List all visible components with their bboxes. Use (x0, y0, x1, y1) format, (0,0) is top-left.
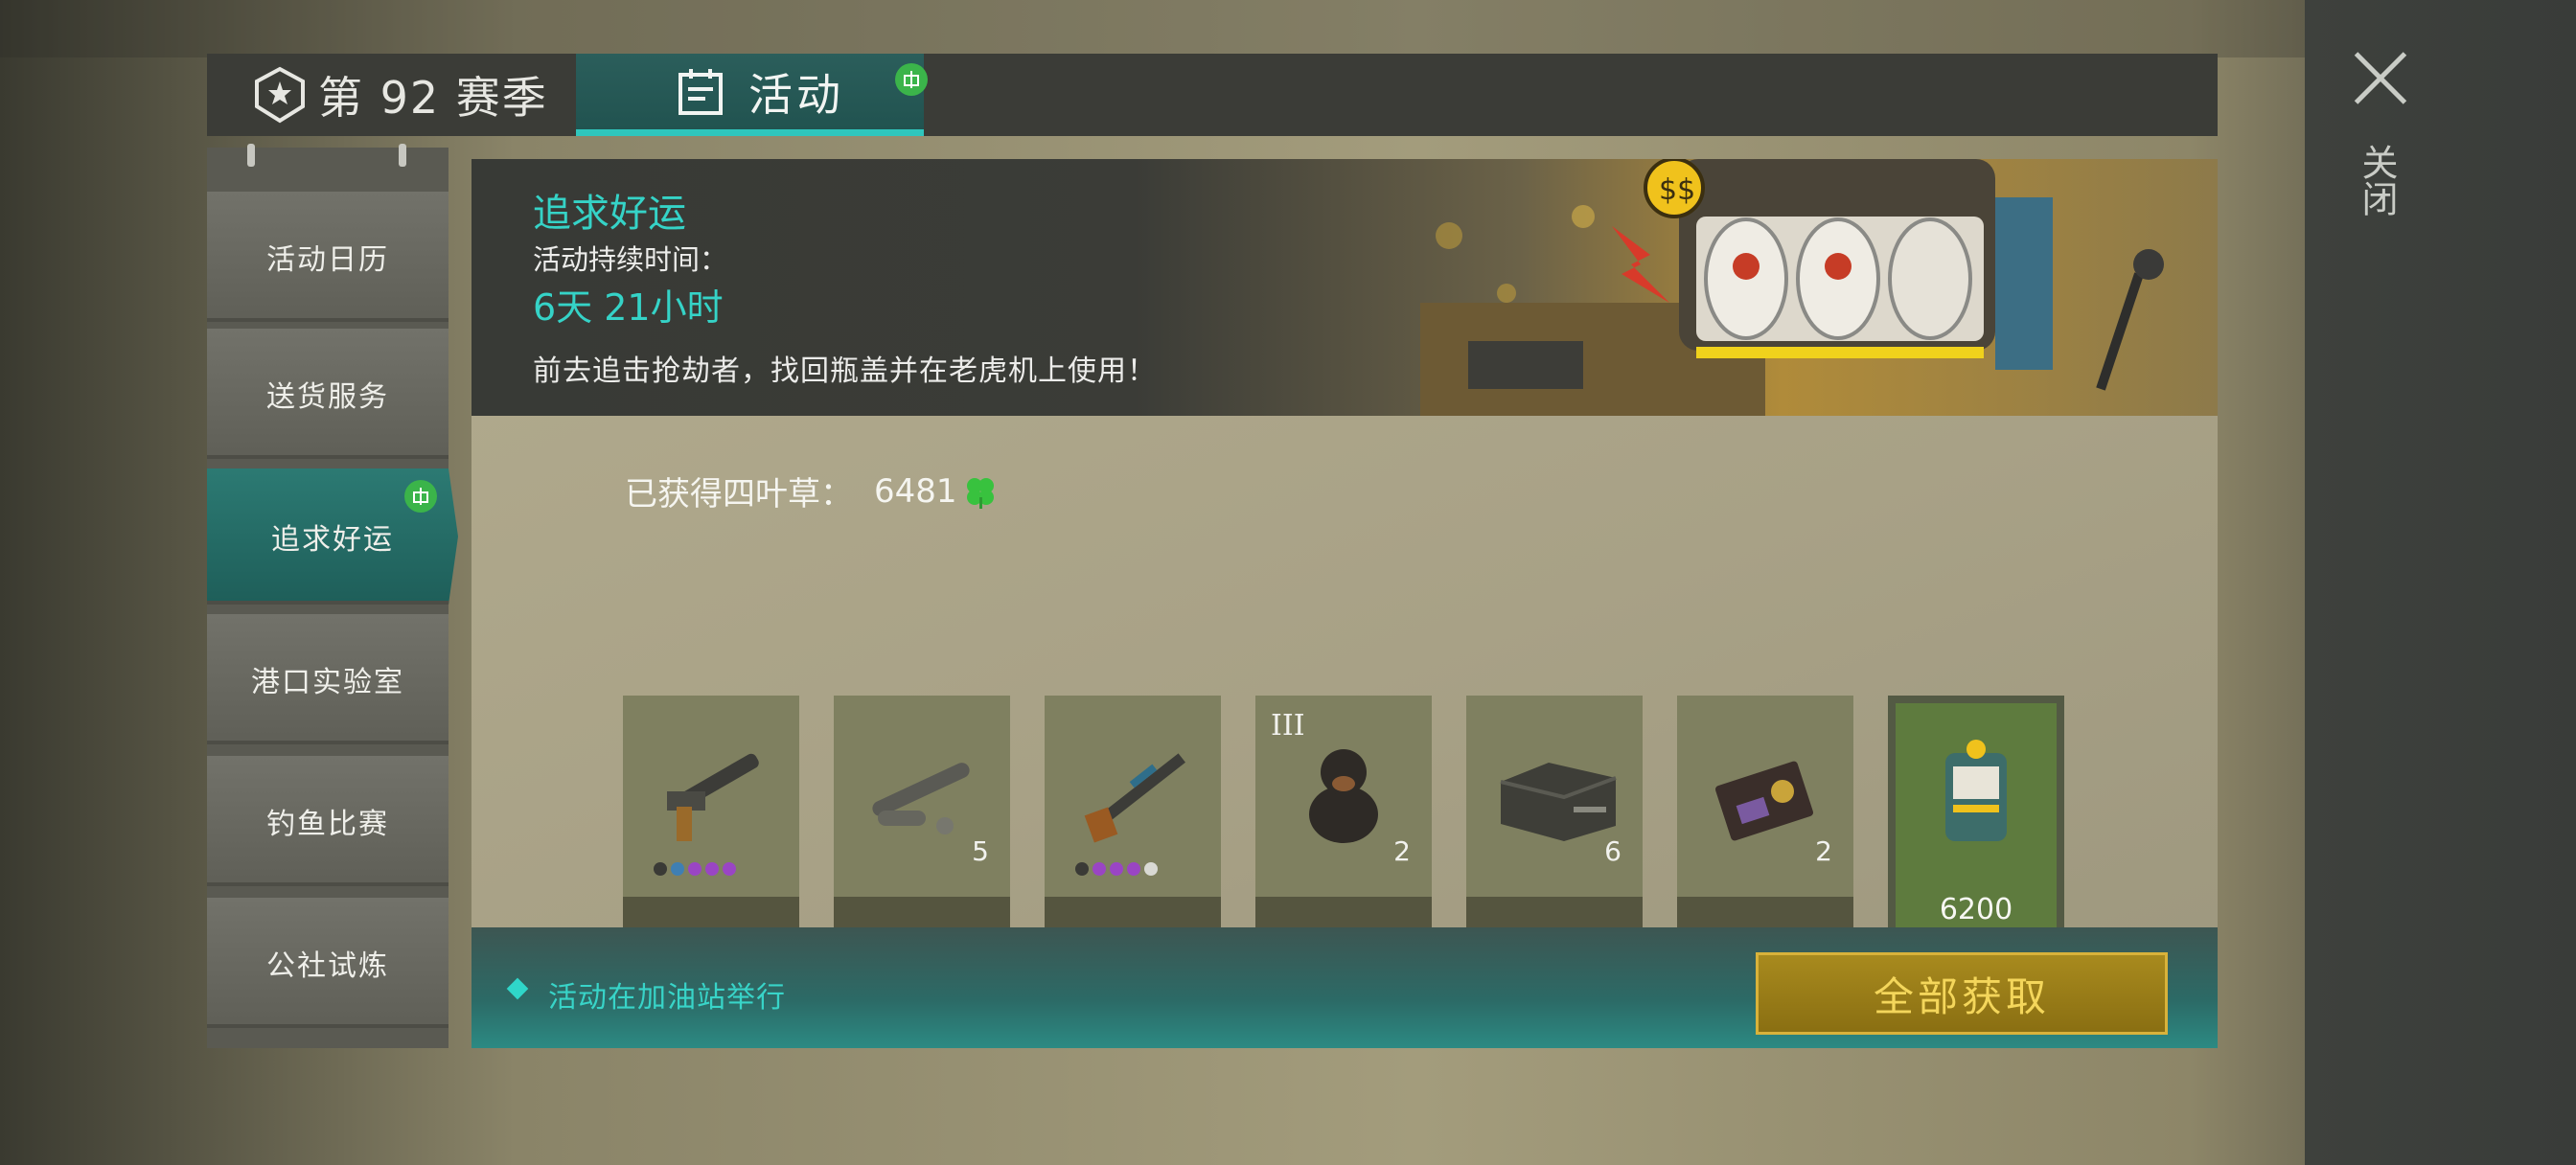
close-label[interactable]: 关闭 (2356, 144, 2404, 217)
tab-activity[interactable]: 活动 (576, 54, 928, 136)
gift-icon (404, 480, 437, 513)
svg-text:$$: $$ (1659, 173, 1695, 207)
event-panel: $$ 追求好运 活动持续时间： 6天 21小时 前去追击抢劫者，找回瓶盖并在老虎… (472, 159, 2218, 1048)
event-title: 追求好运 (533, 192, 686, 236)
tab-activity-label: 活动 (748, 68, 844, 121)
event-description: 前去追击抢劫者，找回瓶盖并在老虎机上使用！ (533, 354, 1157, 388)
sidebar-item-label: 送货服务 (266, 380, 389, 414)
pistol-icon (667, 753, 759, 841)
quality-dot (1110, 862, 1123, 876)
sidebar-item-label: 追求好运 (271, 523, 394, 557)
badge-wallet-icon (1714, 761, 1814, 841)
close-icon[interactable] (2350, 48, 2411, 109)
tab-season-label: 第 92 赛季 (318, 72, 548, 124)
reward-count: 6 (1604, 835, 1622, 867)
quality-dot (723, 862, 736, 876)
quality-dot (1075, 862, 1089, 876)
reward-count: 2 (1815, 835, 1832, 867)
clover-progress: 已获得四叶草： 6481 (625, 468, 998, 514)
clover-progress-label: 已获得四叶草： (625, 475, 853, 514)
slot-truck-illustration: $$ (1420, 159, 2164, 416)
sidebar-item-label: 港口实验室 (251, 666, 404, 699)
right-strip (2305, 0, 2576, 1165)
quality-dot (1144, 862, 1158, 876)
dog-icon (1309, 749, 1378, 843)
claim-all-button[interactable]: 全部获取 (1756, 952, 2168, 1035)
gift-icon (895, 63, 928, 96)
event-banner: $$ 追求好运 活动持续时间： 6天 21小时 前去追击抢劫者，找回瓶盖并在老虎… (472, 159, 2218, 416)
quality-dot (1092, 862, 1106, 876)
sidebar-peg (247, 144, 255, 167)
sidebar-item-label: 公社试炼 (266, 949, 389, 983)
quality-dot (688, 862, 702, 876)
sidebar-item-label: 活动日历 (266, 243, 389, 277)
clover-progress-value: 6481 (874, 471, 957, 511)
event-duration-label: 活动持续时间： (533, 243, 728, 276)
sidebar-peg (399, 144, 406, 167)
quality-dot (1127, 862, 1140, 876)
sidebar-item-fishing[interactable]: 钓鱼比赛 (207, 756, 448, 886)
sidebar-item-label: 钓鱼比赛 (266, 808, 389, 841)
event-location-note: 活动在加油站举行 (548, 981, 786, 1015)
event-footer: 活动在加油站举行 全部获取 (472, 927, 2218, 1048)
sidebar-item-pursue-luck[interactable]: 追求好运 (207, 468, 458, 605)
season-shield-icon (255, 66, 305, 124)
reward-count: 5 (972, 835, 989, 867)
quality-dot (654, 862, 667, 876)
four-leaf-clover-icon (966, 477, 994, 509)
sidebar-item-commune-trial[interactable]: 公社试炼 (207, 898, 448, 1028)
slot-machine-icon (1945, 740, 2007, 841)
quality-dots (1075, 862, 1158, 876)
tab-season[interactable]: 第 92 赛季 (207, 54, 575, 136)
rifle-icon (1084, 753, 1185, 843)
calendar-icon (678, 68, 723, 115)
quality-dot (671, 862, 684, 876)
background-top (0, 0, 2576, 57)
sidebar-item-calendar[interactable]: 活动日历 (207, 192, 448, 322)
diamond-icon (506, 977, 529, 1000)
quality-dot (705, 862, 719, 876)
weapon-crate-icon (1500, 763, 1617, 841)
reward-price: 6200 (1939, 893, 2013, 926)
event-duration: 6天 21小时 (533, 286, 724, 329)
bazooka-parts-icon (872, 763, 970, 834)
reward-count: 2 (1393, 835, 1411, 867)
sidebar-item-delivery[interactable]: 送货服务 (207, 329, 448, 459)
sidebar-item-port-lab[interactable]: 港口实验室 (207, 614, 448, 744)
quality-dots (654, 862, 736, 876)
tab-bar: 第 92 赛季 活动 (207, 54, 2218, 136)
